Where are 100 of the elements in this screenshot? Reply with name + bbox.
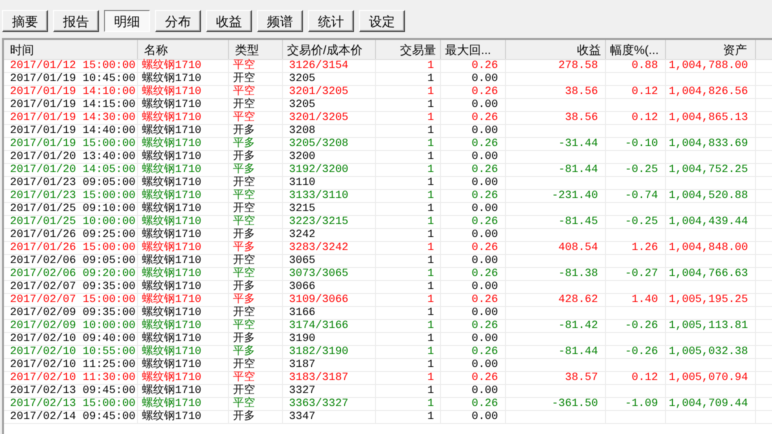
table-row[interactable]: 2017/01/20 13:40:00 螺纹钢1710 开多 3200 1 0.00: [4, 151, 772, 164]
time-cell: 2017/01/19 14:40:00: [10, 125, 136, 137]
drawdown-cell: 0.00: [472, 385, 498, 397]
table-row[interactable]: 2017/02/10 11:25:00 螺纹钢1710 开空 3187 1 0.00: [4, 359, 772, 372]
quantity-cell: 1: [427, 164, 434, 176]
quantity-cell: 1: [427, 346, 434, 358]
quantity-cell: 1: [427, 112, 434, 124]
percent-cell: -0.10: [624, 138, 658, 150]
table-row[interactable]: 2017/02/07 09:35:00 螺纹钢1710 开多 3066 1 0.00: [4, 281, 772, 294]
table-row[interactable]: 2017/01/19 14:40:00 螺纹钢1710 开多 3208 1 0.00: [4, 125, 772, 138]
type-cell: 开多: [233, 411, 255, 423]
drawdown-cell: 0.26: [472, 372, 498, 384]
column-header[interactable]: 幅度%(...: [606, 40, 666, 59]
percent-cell: -0.25: [624, 164, 658, 176]
column-header[interactable]: 交易价/成本价: [283, 40, 376, 59]
type-cell: 平空: [233, 86, 255, 98]
column-header[interactable]: 收益: [506, 40, 606, 59]
price-cell: 3201/3205: [289, 112, 348, 124]
name-cell: 螺纹钢1710: [142, 333, 202, 345]
name-cell: 螺纹钢1710: [142, 320, 202, 332]
price-cell: 3174/3166: [289, 320, 348, 332]
time-cell: 2017/01/19 14:10:00: [10, 86, 136, 98]
table-row[interactable]: 2017/02/09 09:35:00 螺纹钢1710 开空 3166 1 0.00: [4, 307, 772, 320]
time-cell: 2017/01/12 15:00:00: [10, 60, 136, 72]
name-cell: 螺纹钢1710: [142, 359, 202, 371]
drawdown-cell: 0.00: [472, 359, 498, 371]
table-row[interactable]: 2017/01/19 10:45:00 螺纹钢1710 开空 3205 1 0.00: [4, 73, 772, 86]
asset-cell: 1,004,766.63: [668, 268, 748, 280]
time-cell: 2017/02/07 15:00:00: [10, 294, 136, 306]
percent-cell: -0.26: [624, 346, 658, 358]
table-row[interactable]: 2017/01/23 09:05:00 螺纹钢1710 开空 3110 1 0.00: [4, 177, 772, 190]
name-cell: 螺纹钢1710: [142, 99, 202, 111]
table-row[interactable]: 2017/02/06 09:20:00 螺纹钢1710 平空 3073/3065 1 0.26 -81.38 -0.27 1,004,766.63: [4, 268, 772, 281]
table-row[interactable]: 2017/02/14 09:45:00 螺纹钢1710 开多 3347 1 0.00: [4, 411, 772, 424]
table-row[interactable]: 2017/02/10 10:55:00 螺纹钢1710 平多 3182/3190 1 0.26 -81.44 -0.26 1,005,032.38: [4, 346, 772, 359]
price-cell: 3182/3190: [289, 346, 348, 358]
type-cell: 平空: [233, 112, 255, 124]
quantity-cell: 1: [427, 73, 434, 85]
price-cell: 3065: [289, 255, 316, 267]
time-cell: 2017/01/20 14:05:00: [10, 164, 136, 176]
percent-cell: 1.40: [632, 294, 658, 306]
table-row[interactable]: 2017/01/26 15:00:00 螺纹钢1710 平多 3283/3242 1 0.26 408.54 1.26 1,004,848.00: [4, 242, 772, 255]
type-cell: 开空: [233, 73, 255, 85]
type-cell: 平多: [233, 346, 255, 358]
column-header[interactable]: 最大回...: [441, 40, 506, 59]
column-header[interactable]: 资产: [666, 40, 756, 59]
quantity-cell: 1: [427, 385, 434, 397]
column-header[interactable]: 交易量: [376, 40, 441, 59]
time-cell: 2017/02/06 09:05:00: [10, 255, 136, 267]
table-row[interactable]: 2017/01/12 15:00:00 螺纹钢1710 平空 3126/3154 1 0.26 278.58 0.88 1,004,788.00: [4, 60, 772, 73]
table-row[interactable]: 2017/02/06 09:05:00 螺纹钢1710 开空 3065 1 0.00: [4, 255, 772, 268]
table-row[interactable]: 2017/02/10 11:30:00 螺纹钢1710 平空 3183/3187 1 0.26 38.57 0.12 1,005,070.94: [4, 372, 772, 385]
name-cell: 螺纹钢1710: [142, 125, 202, 137]
table-row[interactable]: 2017/02/10 09:40:00 螺纹钢1710 开多 3190 1 0.00: [4, 333, 772, 346]
tab[interactable]: 分布: [155, 10, 201, 32]
table-row[interactable]: 2017/02/09 10:00:00 螺纹钢1710 平空 3174/3166 1 0.26 -81.42 -0.26 1,005,113.81: [4, 320, 772, 333]
tab[interactable]: 报告: [53, 10, 99, 32]
drawdown-cell: 0.00: [472, 411, 498, 423]
table-row[interactable]: 2017/01/25 09:10:00 螺纹钢1710 开空 3215 1 0.00: [4, 203, 772, 216]
price-cell: 3109/3066: [289, 294, 348, 306]
profit-cell: -81.44: [558, 346, 598, 358]
tab[interactable]: 收益: [206, 10, 252, 32]
column-header[interactable]: 时间: [4, 40, 138, 59]
percent-cell: -0.25: [624, 216, 658, 228]
profit-cell: -81.38: [558, 268, 598, 280]
table-row[interactable]: 2017/01/20 14:05:00 螺纹钢1710 平多 3192/3200 1 0.26 -81.44 -0.25 1,004,752.25: [4, 164, 772, 177]
profit-cell: -361.50: [552, 398, 598, 410]
profit-cell: 408.54: [558, 242, 598, 254]
tab[interactable]: 统计: [308, 10, 354, 32]
column-header[interactable]: 名称: [138, 40, 229, 59]
drawdown-cell: 0.26: [472, 216, 498, 228]
asset-cell: 1,004,826.56: [668, 86, 748, 98]
profit-cell: 38.56: [564, 112, 598, 124]
drawdown-cell: 0.26: [472, 398, 498, 410]
column-header[interactable]: 类型: [229, 40, 283, 59]
drawdown-cell: 0.26: [472, 242, 498, 254]
tab[interactable]: 频谱: [257, 10, 303, 32]
profit-cell: -231.40: [552, 190, 598, 202]
table-row[interactable]: 2017/02/13 09:45:00 螺纹钢1710 开空 3327 1 0.00: [4, 385, 772, 398]
table-row[interactable]: 2017/02/13 15:00:00 螺纹钢1710 平空 3363/3327 1 0.26 -361.50 -1.09 1,004,709.44: [4, 398, 772, 411]
price-cell: 3242: [289, 229, 316, 241]
table-row[interactable]: 2017/01/19 14:30:00 螺纹钢1710 平空 3201/3205 1 0.26 38.56 0.12 1,004,865.13: [4, 112, 772, 125]
table-row[interactable]: 2017/01/25 10:00:00 螺纹钢1710 平空 3223/3215 1 0.26 -81.45 -0.25 1,004,439.44: [4, 216, 772, 229]
name-cell: 螺纹钢1710: [142, 281, 202, 293]
tab[interactable]: 明细: [104, 10, 150, 32]
table-row[interactable]: 2017/01/23 15:00:00 螺纹钢1710 平空 3133/3110 1 0.26 -231.40 -0.74 1,004,520.88: [4, 190, 772, 203]
table-row[interactable]: 2017/01/19 14:15:00 螺纹钢1710 开空 3205 1 0.00: [4, 99, 772, 112]
drawdown-cell: 0.00: [472, 73, 498, 85]
time-cell: 2017/02/10 11:30:00: [10, 372, 136, 384]
tab[interactable]: 设定: [359, 10, 405, 32]
name-cell: 螺纹钢1710: [142, 203, 202, 215]
table-row[interactable]: 2017/01/19 15:00:00 螺纹钢1710 平多 3205/3208 1 0.26 -31.44 -0.10 1,004,833.69: [4, 138, 772, 151]
drawdown-cell: 0.26: [472, 294, 498, 306]
table-row[interactable]: 2017/01/26 09:25:00 螺纹钢1710 开多 3242 1 0.00: [4, 229, 772, 242]
type-cell: 开空: [233, 255, 255, 267]
table-row[interactable]: 2017/01/19 14:10:00 螺纹钢1710 平空 3201/3205 1 0.26 38.56 0.12 1,004,826.56: [4, 86, 772, 99]
name-cell: 螺纹钢1710: [142, 307, 202, 319]
table-row[interactable]: 2017/02/07 15:00:00 螺纹钢1710 平多 3109/3066 1 0.26 428.62 1.40 1,005,195.25: [4, 294, 772, 307]
drawdown-cell: 0.26: [472, 164, 498, 176]
tab[interactable]: 摘要: [2, 10, 48, 32]
